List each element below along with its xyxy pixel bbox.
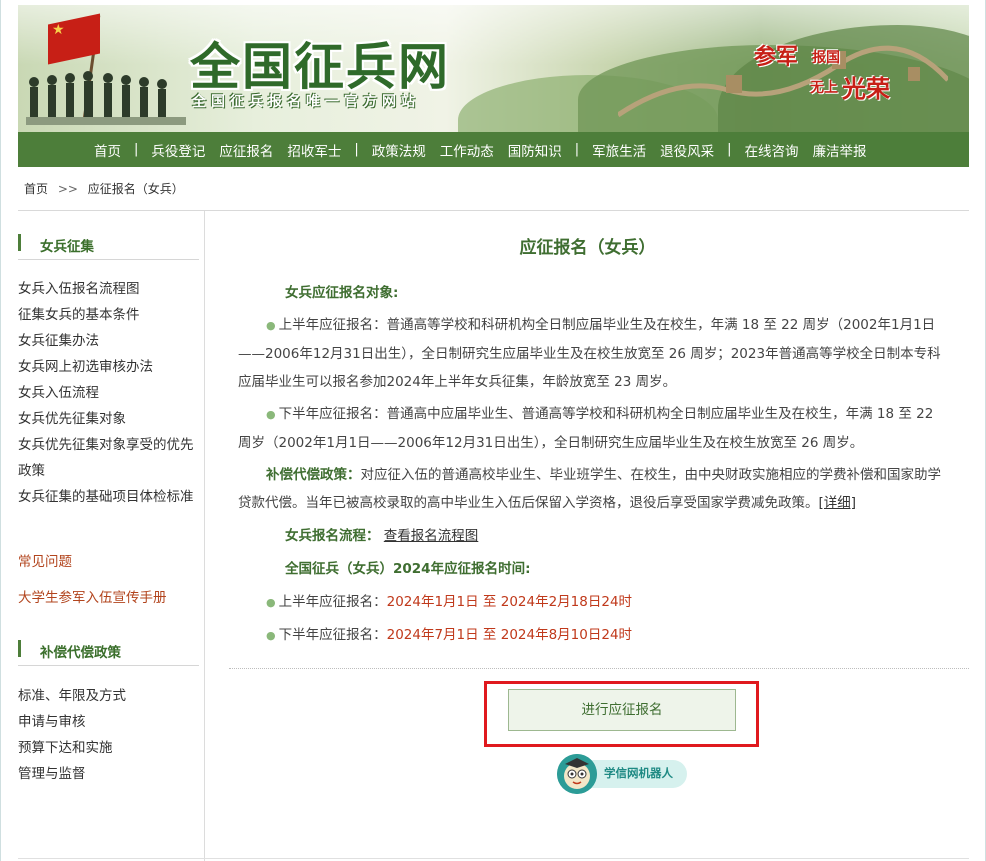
nav-military-life[interactable]: 军旅生活 bbox=[585, 140, 653, 160]
sidebar-list-compensation: 标准、年限及方式 申请与审核 预算下达和实施 管理与监督 bbox=[18, 683, 200, 787]
sidebar-section-header: 女兵征集 bbox=[18, 224, 199, 260]
first-half-time-row: ● 上半年应征报名：2024年1月1日 至 2024年2月18日24时 bbox=[238, 588, 950, 617]
nav-home[interactable]: 首页 bbox=[87, 140, 128, 160]
detail-link[interactable]: [详细] bbox=[819, 495, 857, 511]
second-half-time-row: ● 下半年应征报名：2024年7月1日 至 2024年8月10日24时 bbox=[238, 621, 950, 650]
nav-veterans[interactable]: 退役风采 bbox=[653, 140, 721, 160]
compensation-label: 补偿代偿政策： bbox=[266, 467, 361, 483]
sidebar-link[interactable]: 女兵网上初选审核办法 bbox=[18, 354, 200, 380]
bullet-icon: ● bbox=[266, 319, 276, 332]
target-label: 女兵应征报名对象: bbox=[285, 285, 399, 301]
nav-defense-knowledge[interactable]: 国防知识 bbox=[501, 140, 569, 160]
first-half-time-value: 2024年1月1日 至 2024年2月18日24时 bbox=[386, 594, 633, 610]
site-subtitle: 全国征兵报名唯一官方网站 bbox=[192, 94, 420, 110]
sidebar-link[interactable]: 女兵征集办法 bbox=[18, 328, 200, 354]
main-content: 应征报名（女兵） 女兵应征报名对象: ● 上半年应征报名：普通高等学校和科研机构全… bbox=[206, 211, 969, 861]
nav-integrity-report[interactable]: 廉洁举报 bbox=[806, 140, 874, 160]
section-marker bbox=[18, 640, 21, 657]
slogan-part: 报国 bbox=[812, 50, 840, 66]
first-half-text: 上半年应征报名：普通高等学校和科研机构全日制应届毕业生及在校生，年满 18 至 … bbox=[238, 317, 941, 390]
sidebar-link[interactable]: 女兵优先征集对象享受的优先政策 bbox=[18, 432, 200, 484]
second-half-time-value: 2024年7月1日 至 2024年8月10日24时 bbox=[386, 627, 633, 643]
page-title: 应征报名（女兵） bbox=[519, 238, 656, 258]
sidebar-link[interactable]: 申请与审核 bbox=[18, 709, 200, 735]
sidebar-faq-link[interactable]: 常见问题 bbox=[18, 550, 72, 570]
sidebar-link[interactable]: 预算下达和实施 bbox=[18, 735, 200, 761]
robot-assistant-button[interactable]: 学信网机器人 bbox=[557, 754, 687, 794]
dotted-divider bbox=[229, 668, 969, 669]
site-banner: ★ 全国征兵网 全国征兵报名唯一官方网站 参军 报国 无上 光荣 bbox=[18, 5, 969, 132]
robot-label: 学信网机器人 bbox=[604, 766, 673, 780]
flow-row: 女兵报名流程： 查看报名流程图 bbox=[238, 522, 950, 550]
nav-work-news[interactable]: 工作动态 bbox=[433, 140, 501, 160]
nav-separator: | bbox=[574, 142, 580, 157]
section-marker bbox=[18, 234, 21, 251]
flow-label: 女兵报名流程： bbox=[285, 528, 380, 544]
sidebar-section-title: 女兵征集 bbox=[40, 239, 94, 255]
main-nav: 首页 | 兵役登记 应征报名 招收军士 | 政策法规 工作动态 国防知识 | 军… bbox=[18, 132, 969, 167]
sidebar-section-header: 补偿代偿政策 bbox=[18, 630, 199, 666]
second-half-time-label: 下半年应征报名： bbox=[278, 627, 387, 643]
sidebar-link[interactable]: 管理与监督 bbox=[18, 761, 200, 787]
nav-military-registration[interactable]: 兵役登记 bbox=[144, 140, 212, 160]
bullet-icon: ● bbox=[266, 596, 276, 609]
site-title: 全国征兵网 bbox=[190, 38, 450, 96]
sidebar-link[interactable]: 女兵入伍流程 bbox=[18, 380, 200, 406]
star-icon: ★ bbox=[52, 22, 65, 38]
nav-enlistment-application[interactable]: 应征报名 bbox=[212, 140, 280, 160]
sidebar-handbook-link[interactable]: 大学生参军入伍宣传手册 bbox=[18, 586, 167, 606]
slogan-part: 参军 bbox=[754, 44, 799, 70]
target-heading: 女兵应征报名对象: bbox=[238, 279, 950, 307]
bottom-divider bbox=[18, 858, 969, 859]
robot-avatar-icon bbox=[557, 754, 597, 794]
marching-soldiers-illustration bbox=[26, 71, 186, 125]
nav-policies[interactable]: 政策法规 bbox=[365, 140, 433, 160]
sidebar-link[interactable]: 标准、年限及方式 bbox=[18, 683, 200, 709]
nav-online-consult[interactable]: 在线咨询 bbox=[738, 140, 806, 160]
time-heading: 全国征兵（女兵）2024年应征报名时间: bbox=[238, 555, 950, 583]
slogan-part: 无上 bbox=[810, 80, 838, 96]
nav-nco-recruitment[interactable]: 招收军士 bbox=[280, 140, 348, 160]
breadcrumb-home[interactable]: 首页 bbox=[24, 182, 48, 196]
apply-enlistment-button[interactable]: 进行应征报名 bbox=[508, 689, 736, 731]
bullet-icon: ● bbox=[266, 408, 276, 421]
view-flowchart-link[interactable]: 查看报名流程图 bbox=[384, 528, 479, 544]
sidebar-link[interactable]: 女兵征集的基础项目体检标准 bbox=[18, 484, 200, 510]
nav-separator: | bbox=[727, 142, 732, 157]
page-wrapper: ★ 全国征兵网 全国征兵报名唯一官方网站 参军 报国 无上 光荣 首页 | 兵役… bbox=[18, 0, 969, 861]
breadcrumb-current: 应征报名（女兵） bbox=[87, 182, 184, 196]
sidebar-link[interactable]: 女兵优先征集对象 bbox=[18, 406, 200, 432]
sidebar-list-women-enlistment: 女兵入伍报名流程图 征集女兵的基本条件 女兵征集办法 女兵网上初选审核办法 女兵… bbox=[18, 276, 200, 510]
compensation-paragraph: 补偿代偿政策：对应征入伍的普通高校毕业生、毕业班学生、在校生，由中央财政实施相应… bbox=[238, 461, 950, 517]
breadcrumb-separator: >> bbox=[57, 182, 78, 196]
sidebar-section-title: 补偿代偿政策 bbox=[40, 645, 121, 661]
first-half-paragraph: ● 上半年应征报名：普通高等学校和科研机构全日制应届毕业生及在校生，年满 18 至… bbox=[238, 311, 950, 396]
slogan-part: 光荣 bbox=[842, 74, 890, 103]
sidebar-link[interactable]: 征集女兵的基本条件 bbox=[18, 302, 200, 328]
nav-separator: | bbox=[134, 142, 139, 157]
nav-separator: | bbox=[354, 142, 359, 157]
sidebar-link[interactable]: 女兵入伍报名流程图 bbox=[18, 276, 200, 302]
time-label: 全国征兵（女兵）2024年应征报名时间: bbox=[285, 561, 531, 577]
second-half-text: 下半年应征报名：普通高中应届毕业生、普通高等学校和科研机构全日制应届毕业生及在校… bbox=[238, 406, 934, 451]
bullet-icon: ● bbox=[266, 629, 276, 642]
first-half-time-label: 上半年应征报名： bbox=[278, 594, 387, 610]
breadcrumb: 首页 >> 应征报名（女兵） bbox=[24, 180, 190, 197]
second-half-paragraph: ● 下半年应征报名：普通高中应届毕业生、普通高等学校和科研机构全日制应届毕业生及在… bbox=[238, 400, 950, 457]
sidebar: 女兵征集 女兵入伍报名流程图 征集女兵的基本条件 女兵征集办法 女兵网上初选审核… bbox=[18, 211, 205, 861]
